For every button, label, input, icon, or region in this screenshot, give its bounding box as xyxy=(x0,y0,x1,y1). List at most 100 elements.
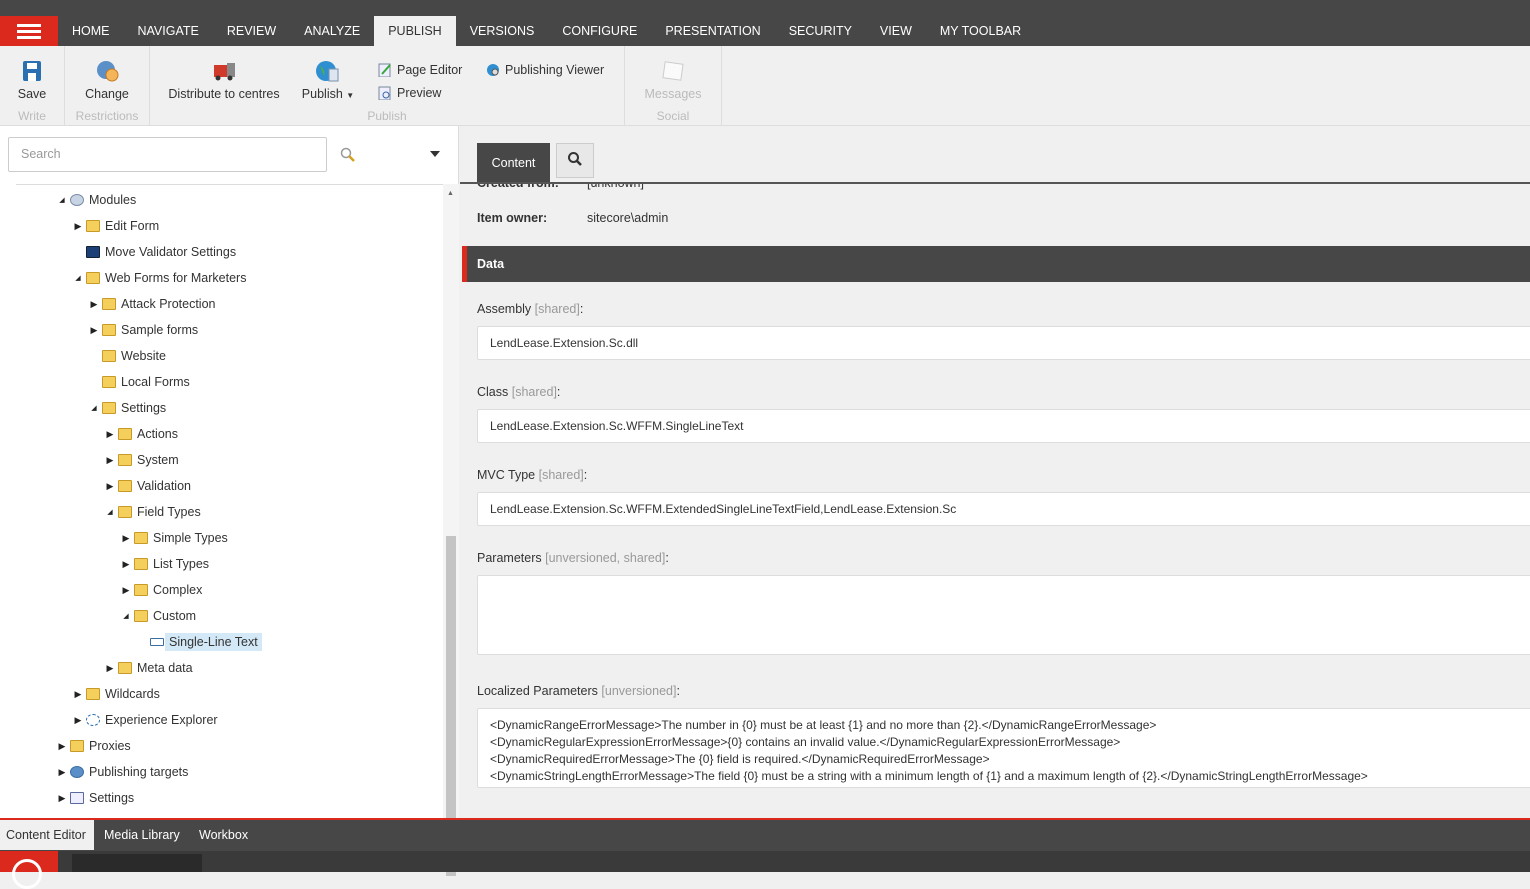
tree-item[interactable]: ▶ Validation xyxy=(102,475,191,497)
mvc-type-field[interactable]: LendLease.Extension.Sc.WFFM.ExtendedSing… xyxy=(477,492,1530,526)
search-icon[interactable] xyxy=(340,147,356,166)
expand-arrow-icon[interactable]: ▶ xyxy=(70,715,86,726)
tree-item[interactable]: ▶ Complex xyxy=(118,579,203,601)
tree-item[interactable]: ▶ Attack Protection xyxy=(86,293,216,315)
class-field[interactable]: LendLease.Extension.Sc.WFFM.SingleLineTe… xyxy=(477,409,1530,443)
tree-item[interactable]: ▶ Simple Types xyxy=(118,527,228,549)
expand-arrow-icon[interactable]: ▶ xyxy=(102,481,118,492)
ribbon-tab-configure[interactable]: CONFIGURE xyxy=(548,16,651,46)
ribbon-tab-navigate[interactable]: NAVIGATE xyxy=(124,16,213,46)
folder-icon xyxy=(118,506,132,518)
search-input[interactable]: Search xyxy=(8,137,327,172)
tree-item[interactable]: ▶ Publishing targets xyxy=(54,761,189,783)
expand-arrow-icon[interactable]: ▶ xyxy=(54,741,70,752)
tab-media-library[interactable]: Media Library xyxy=(98,820,186,850)
expand-arrow-icon[interactable]: ▶ xyxy=(118,585,134,596)
ribbon-tab-publish[interactable]: PUBLISH xyxy=(374,16,456,46)
expand-arrow-icon[interactable]: ▶ xyxy=(54,767,70,778)
ribbon-tabs: HOME NAVIGATE REVIEW ANALYZE PUBLISH VERSIONS… xyxy=(58,16,1035,46)
tree-item-label: Experience Explorer xyxy=(105,713,218,727)
tree-item[interactable]: ▶ Edit Form xyxy=(70,215,160,237)
tree-item[interactable]: Website xyxy=(86,345,166,367)
search-dropdown-icon[interactable] xyxy=(430,151,440,157)
tree-item[interactable]: ▶ Sample forms xyxy=(86,319,199,341)
group-write: Save Write xyxy=(0,46,65,126)
ribbon-tab-review[interactable]: REVIEW xyxy=(213,16,290,46)
tree-item-label: Single-Line Text xyxy=(165,633,262,651)
collapse-arrow-icon[interactable]: ◢ xyxy=(70,274,86,282)
save-button[interactable]: Save xyxy=(0,60,64,101)
change-button[interactable]: Change xyxy=(65,60,149,101)
tree-item[interactable]: ◢ Field Types xyxy=(102,501,201,523)
tree-item[interactable]: ▶ List Types xyxy=(118,553,210,575)
ribbon-tab-versions[interactable]: VERSIONS xyxy=(456,16,549,46)
truck-icon xyxy=(212,60,236,82)
folder-icon xyxy=(102,298,116,310)
ribbon-tab-view[interactable]: VIEW xyxy=(866,16,926,46)
expand-arrow-icon[interactable]: ▶ xyxy=(118,533,134,544)
collapse-arrow-icon[interactable]: ◢ xyxy=(54,196,70,204)
tree-item-label: Proxies xyxy=(89,739,131,753)
localized-parameters-field[interactable]: <DynamicRangeErrorMessage>The number in … xyxy=(477,708,1530,788)
taskbar-item-content-editor[interactable] xyxy=(72,854,202,872)
collapse-arrow-icon[interactable]: ◢ xyxy=(102,508,118,516)
ribbon-tab-my-toolbar[interactable]: MY TOOLBAR xyxy=(926,16,1035,46)
tree-item-label: Settings xyxy=(89,791,135,805)
expand-arrow-icon[interactable]: ▶ xyxy=(118,559,134,570)
expand-arrow-icon[interactable]: ▶ xyxy=(86,325,102,336)
expand-arrow-icon[interactable]: ▶ xyxy=(102,429,118,440)
page-editor-button[interactable]: Page Editor xyxy=(378,63,462,78)
expand-arrow-icon[interactable]: ▶ xyxy=(102,455,118,466)
tree-item[interactable]: Single-Line Text xyxy=(134,631,262,653)
scroll-up-icon[interactable]: ▲ xyxy=(447,190,454,197)
tree-item-label: Wildcards xyxy=(105,687,160,701)
tree-item[interactable]: Local Forms xyxy=(86,371,190,393)
menu-icon[interactable] xyxy=(0,16,58,46)
tree-item[interactable]: Move Validator Settings xyxy=(70,241,236,263)
item-owner-label: Item owner: xyxy=(477,211,548,225)
ribbon-tab-analyze[interactable]: ANALYZE xyxy=(290,16,374,46)
ribbon-tab-security[interactable]: SECURITY xyxy=(775,16,866,46)
tree-item-label: Publishing targets xyxy=(89,765,189,779)
folder-icon xyxy=(86,688,100,700)
group-publish: Distribute to centres Publish ▼ Page Edi… xyxy=(150,46,625,126)
ribbon-tab-presentation[interactable]: PRESENTATION xyxy=(651,16,774,46)
expand-arrow-icon[interactable]: ▶ xyxy=(86,299,102,310)
expand-arrow-icon[interactable]: ▶ xyxy=(70,689,86,700)
tab-content[interactable]: Content xyxy=(477,143,550,183)
tree-item[interactable]: ▶ Settings xyxy=(54,787,135,809)
tree-item[interactable]: ▶ System xyxy=(102,449,179,471)
expand-arrow-icon[interactable]: ▶ xyxy=(102,663,118,674)
top-bar: HOME NAVIGATE REVIEW ANALYZE PUBLISH VERSIONS… xyxy=(0,0,1530,46)
tree-item[interactable]: ◢ Web Forms for Marketers xyxy=(70,267,246,289)
ribbon-tab-home[interactable]: HOME xyxy=(58,16,124,46)
page-editor-icon xyxy=(378,63,392,78)
tree-item[interactable]: ▶ Experience Explorer xyxy=(70,709,218,731)
distribute-button[interactable]: Distribute to centres xyxy=(168,60,280,101)
folder-icon xyxy=(102,324,116,336)
collapse-arrow-icon[interactable]: ◢ xyxy=(118,612,134,620)
tree-item[interactable]: ▶ Meta data xyxy=(102,657,193,679)
tab-content-editor[interactable]: Content Editor xyxy=(0,820,94,850)
tree-item[interactable]: ◢ Settings xyxy=(86,397,166,419)
expand-arrow-icon[interactable]: ▶ xyxy=(54,793,70,804)
tree-item[interactable]: ▶ Wildcards xyxy=(70,683,160,705)
parameters-field[interactable] xyxy=(477,575,1530,655)
tree-item-label: Field Types xyxy=(137,505,201,519)
collapse-arrow-icon[interactable]: ◢ xyxy=(86,404,102,412)
tree-item[interactable]: ▶ Actions xyxy=(102,423,178,445)
section-header-data[interactable]: Data xyxy=(462,246,1530,282)
messages-button[interactable]: Messages xyxy=(625,60,721,101)
tab-workbox[interactable]: Workbox xyxy=(193,820,254,850)
publishing-viewer-button[interactable]: Publishing Viewer xyxy=(486,63,604,77)
search-button[interactable] xyxy=(556,143,594,178)
preview-button[interactable]: Preview xyxy=(378,86,441,101)
folder-icon xyxy=(102,402,116,414)
expand-arrow-icon[interactable]: ▶ xyxy=(70,221,86,232)
tree-item[interactable]: ◢ Modules xyxy=(54,189,136,211)
tree-item[interactable]: ▶ Proxies xyxy=(54,735,131,757)
assembly-field[interactable]: LendLease.Extension.Sc.dll xyxy=(477,326,1530,360)
tree-item[interactable]: ◢ Custom xyxy=(118,605,196,627)
publish-button[interactable]: Publish ▼ xyxy=(298,60,358,101)
sitecore-start-button[interactable] xyxy=(0,851,58,889)
